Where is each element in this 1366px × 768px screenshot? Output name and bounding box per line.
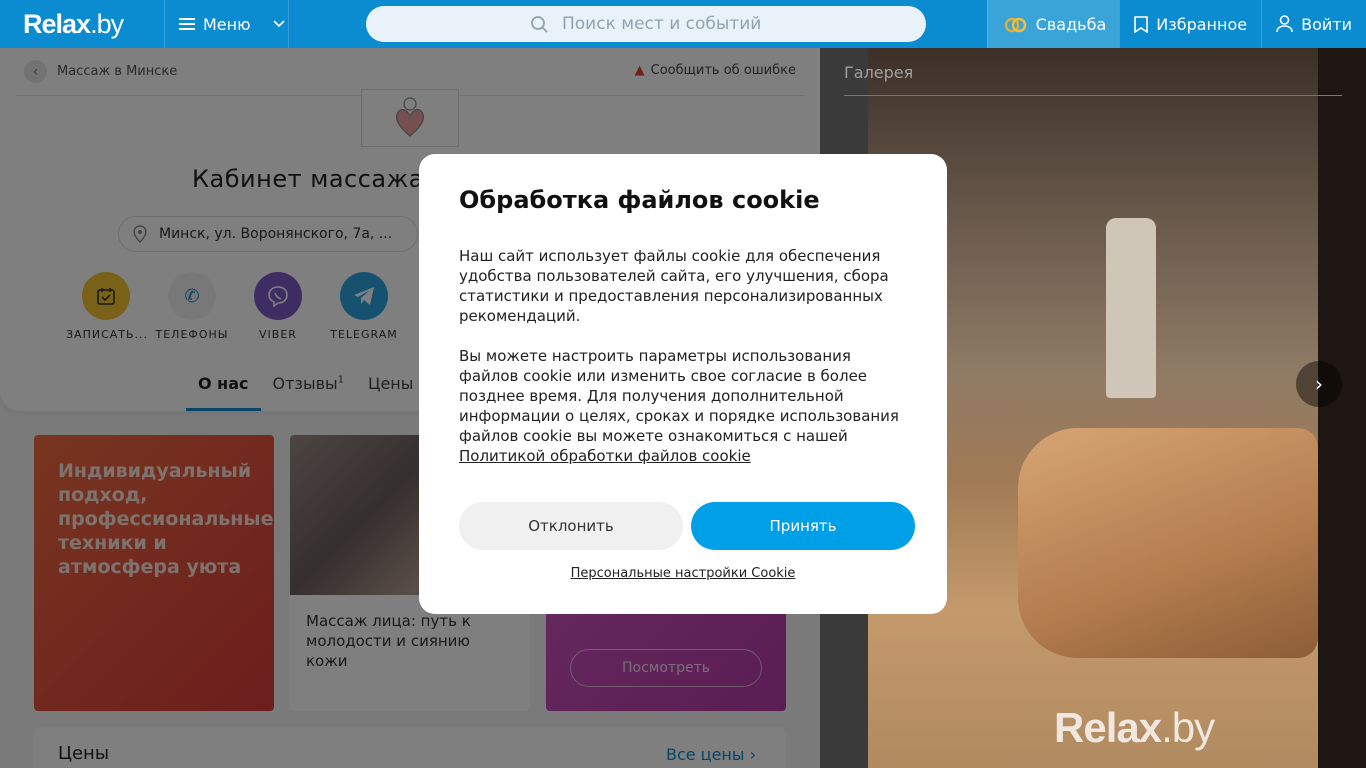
top-navbar: Relax .by Меню Поиск мест и событий Свадь… — [0, 0, 1366, 48]
hamburger-icon — [179, 18, 195, 30]
logo-main: Relax — [23, 8, 91, 39]
favorites-label: Избранное — [1156, 14, 1248, 34]
watermark-domain: .by — [1161, 704, 1215, 751]
wedding-link[interactable]: Свадьба — [986, 0, 1120, 48]
cookie-paragraph-2: Вы можете настроить параметры использова… — [459, 346, 907, 466]
gallery-next-photo — [1318, 48, 1366, 768]
login-link[interactable]: Войти — [1261, 0, 1366, 48]
cookie-policy-link[interactable]: Политикой обработки файлов cookie — [459, 447, 751, 465]
cookie-buttons: Отклонить Принять — [459, 502, 915, 550]
site-logo[interactable]: Relax .by — [0, 0, 165, 48]
chevron-right-icon: › — [1315, 372, 1323, 396]
cookie-modal: Обработка файлов cookie Наш сайт использ… — [419, 154, 947, 614]
menu-button[interactable]: Меню — [165, 0, 289, 48]
bottle-shape — [1106, 218, 1156, 398]
personal-settings-link[interactable]: Персональные настройки Cookie — [419, 566, 947, 581]
search-placeholder: Поиск мест и событий — [562, 14, 762, 34]
logo-domain: .by — [90, 8, 124, 39]
chevron-down-icon — [273, 20, 285, 28]
watermark-main: Relax — [1054, 704, 1162, 751]
login-label: Войти — [1301, 14, 1352, 34]
search-icon — [531, 15, 548, 33]
bookmark-icon — [1134, 15, 1149, 33]
wedding-label: Свадьба — [1035, 14, 1107, 34]
cookie-modal-title: Обработка файлов cookie — [459, 186, 820, 214]
favorites-link[interactable]: Избранное — [1119, 0, 1261, 48]
user-icon — [1276, 15, 1293, 33]
menu-label: Меню — [203, 14, 251, 34]
towel-shape — [1018, 428, 1318, 658]
gallery-next-button[interactable]: › — [1296, 361, 1342, 407]
gallery-divider — [844, 95, 1342, 96]
gallery-title: Галерея — [844, 63, 914, 82]
watermark-logo: Relax.by — [1054, 704, 1215, 752]
decline-button[interactable]: Отклонить — [459, 502, 683, 550]
accept-button[interactable]: Принять — [691, 502, 915, 550]
rings-icon — [1004, 17, 1026, 33]
cookie-paragraph-2-text: Вы можете настроить параметры использова… — [459, 347, 899, 445]
search-input[interactable]: Поиск мест и событий — [366, 6, 926, 42]
cookie-modal-body: Наш сайт использует файлы cookie для обе… — [459, 246, 907, 466]
cookie-paragraph-1: Наш сайт использует файлы cookie для обе… — [459, 247, 889, 325]
